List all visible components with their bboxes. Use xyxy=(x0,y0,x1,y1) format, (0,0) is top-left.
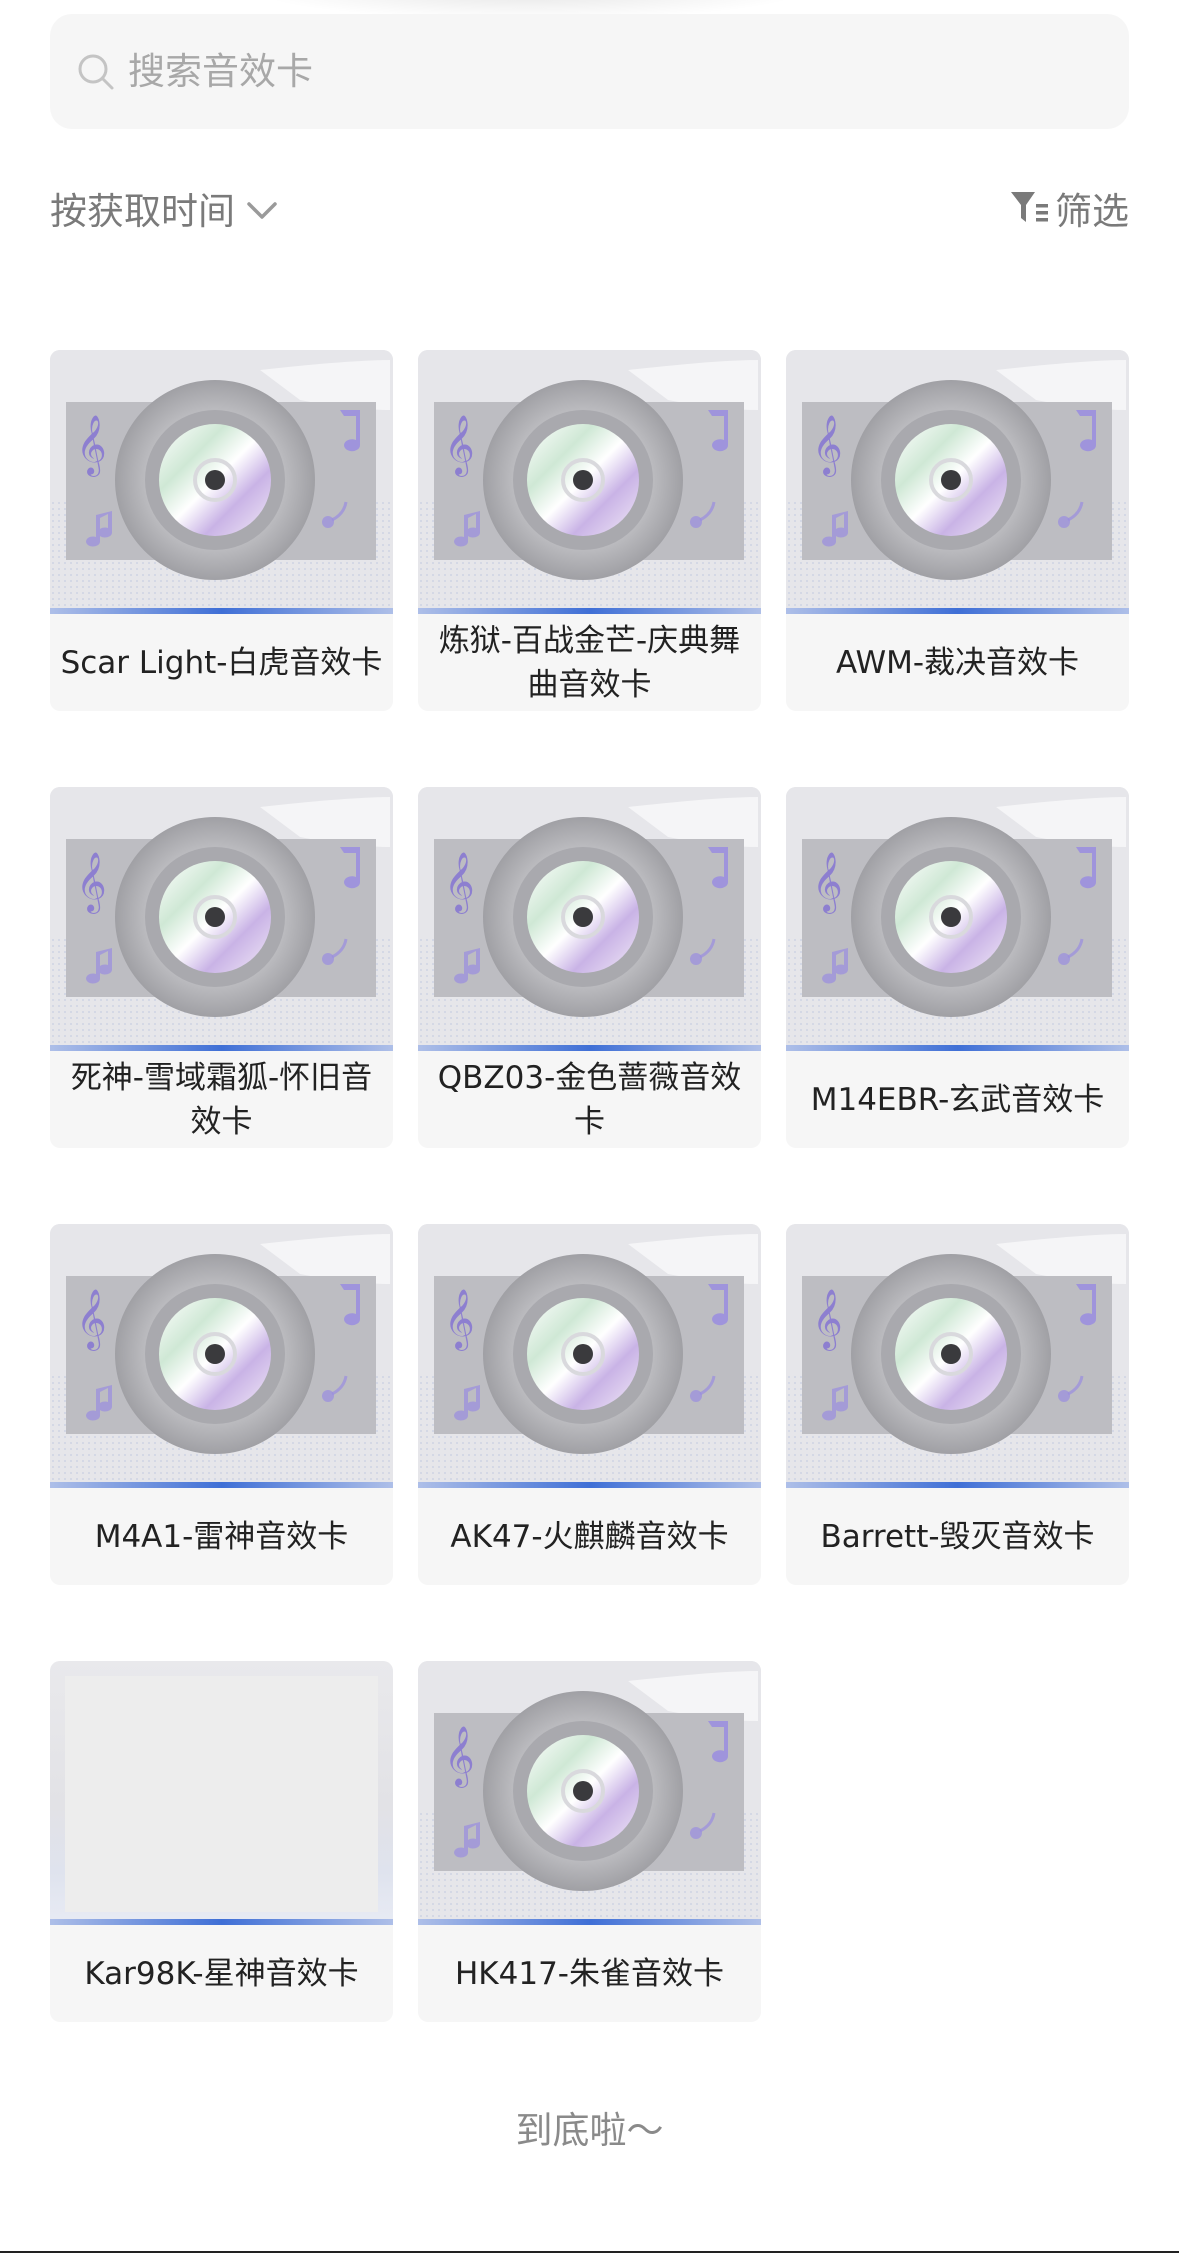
cd-disc-image: 𝄞 xyxy=(786,350,1129,614)
search-icon xyxy=(78,54,114,89)
card-title: AK47-火麒麟音效卡 xyxy=(450,1518,729,1555)
card-title: Scar Light-白虎音效卡 xyxy=(60,644,383,681)
card-title: AWM-裁决音效卡 xyxy=(835,644,1080,681)
svg-text:𝄞: 𝄞 xyxy=(444,1726,475,1788)
svg-text:𝄞: 𝄞 xyxy=(76,852,107,914)
search-input[interactable] xyxy=(128,14,1129,129)
card-title: QBZ03-金色蔷薇音效卡 xyxy=(437,1059,742,1140)
chevron-down-icon xyxy=(247,202,277,219)
filter-button[interactable]: 筛选 xyxy=(1009,181,1129,235)
cd-disc-image: 𝄞 xyxy=(50,787,393,1051)
sound-card[interactable]: 𝄞 HK417-朱雀音效卡 xyxy=(418,1661,761,2022)
sound-card[interactable]: Kar98K-星神音效卡 xyxy=(50,1661,393,2022)
svg-text:𝄞: 𝄞 xyxy=(444,415,475,477)
cd-disc-image: 𝄞 xyxy=(418,787,761,1051)
svg-text:𝄞: 𝄞 xyxy=(812,1289,843,1351)
sound-card-list-page: 按获取时间 筛选 xyxy=(0,0,1179,2253)
sound-card[interactable]: 𝄞 Barrett-毁灭音效卡 xyxy=(786,1224,1129,1585)
toolbar: 按获取时间 筛选 xyxy=(50,178,1129,238)
svg-text:𝄞: 𝄞 xyxy=(444,852,475,914)
cd-disc-image: 𝄞 xyxy=(786,1224,1129,1488)
card-title: HK417-朱雀音效卡 xyxy=(455,1955,724,1992)
card-title: Kar98K-星神音效卡 xyxy=(84,1955,359,1992)
sort-dropdown[interactable]: 按获取时间 xyxy=(50,181,281,235)
card-title: 死神-雪域霜狐-怀旧音效卡 xyxy=(70,1059,373,1140)
cd-disc-image: 𝄞 xyxy=(786,787,1129,1051)
filter-icon xyxy=(1011,192,1048,222)
filter-label: 筛选 xyxy=(1055,190,1129,233)
card-image-placeholder xyxy=(50,1661,393,1925)
sound-card[interactable]: 𝄞 M4A1-雷神音效卡 xyxy=(50,1224,393,1585)
end-of-list-text: 到底啦～ xyxy=(515,2109,664,2152)
search-bar[interactable] xyxy=(50,14,1129,129)
svg-text:𝄞: 𝄞 xyxy=(76,415,107,477)
sound-card[interactable]: 𝄞 炼狱-百战金芒-庆典舞曲音效卡 xyxy=(418,350,761,711)
card-title: M4A1-雷神音效卡 xyxy=(94,1518,349,1555)
sound-card[interactable]: 𝄞 QBZ03-金色蔷薇音效卡 xyxy=(418,787,761,1148)
card-title: M14EBR-玄武音效卡 xyxy=(810,1081,1105,1118)
cd-disc-image: 𝄞 xyxy=(50,1224,393,1488)
cd-disc-image: 𝄞 xyxy=(418,350,761,614)
sound-card[interactable]: 𝄞 AK47-火麒麟音效卡 xyxy=(418,1224,761,1585)
image-loading-placeholder xyxy=(65,1676,378,1912)
svg-text:𝄞: 𝄞 xyxy=(444,1289,475,1351)
sound-card[interactable]: 𝄞 死神-雪域霜狐-怀旧音效卡 xyxy=(50,787,393,1148)
sound-card-grid: 𝄞 Scar Light-白虎音效卡 𝄞 炼狱-百战金芒-庆典舞曲音效卡 𝄞 A… xyxy=(50,350,1129,2022)
sound-card[interactable]: 𝄞 Scar Light-白虎音效卡 xyxy=(50,350,393,711)
sound-card[interactable]: 𝄞 AWM-裁决音效卡 xyxy=(786,350,1129,711)
svg-text:𝄞: 𝄞 xyxy=(76,1289,107,1351)
sound-card[interactable]: 𝄞 M14EBR-玄武音效卡 xyxy=(786,787,1129,1148)
card-title: 炼狱-百战金芒-庆典舞曲音效卡 xyxy=(438,622,741,703)
svg-text:𝄞: 𝄞 xyxy=(812,415,843,477)
card-title: Barrett-毁灭音效卡 xyxy=(820,1518,1095,1555)
cd-disc-image: 𝄞 xyxy=(418,1661,761,1925)
cd-disc-image: 𝄞 xyxy=(418,1224,761,1488)
sort-label: 按获取时间 xyxy=(50,190,235,233)
cd-disc-image: 𝄞 xyxy=(50,350,393,614)
svg-text:𝄞: 𝄞 xyxy=(812,852,843,914)
